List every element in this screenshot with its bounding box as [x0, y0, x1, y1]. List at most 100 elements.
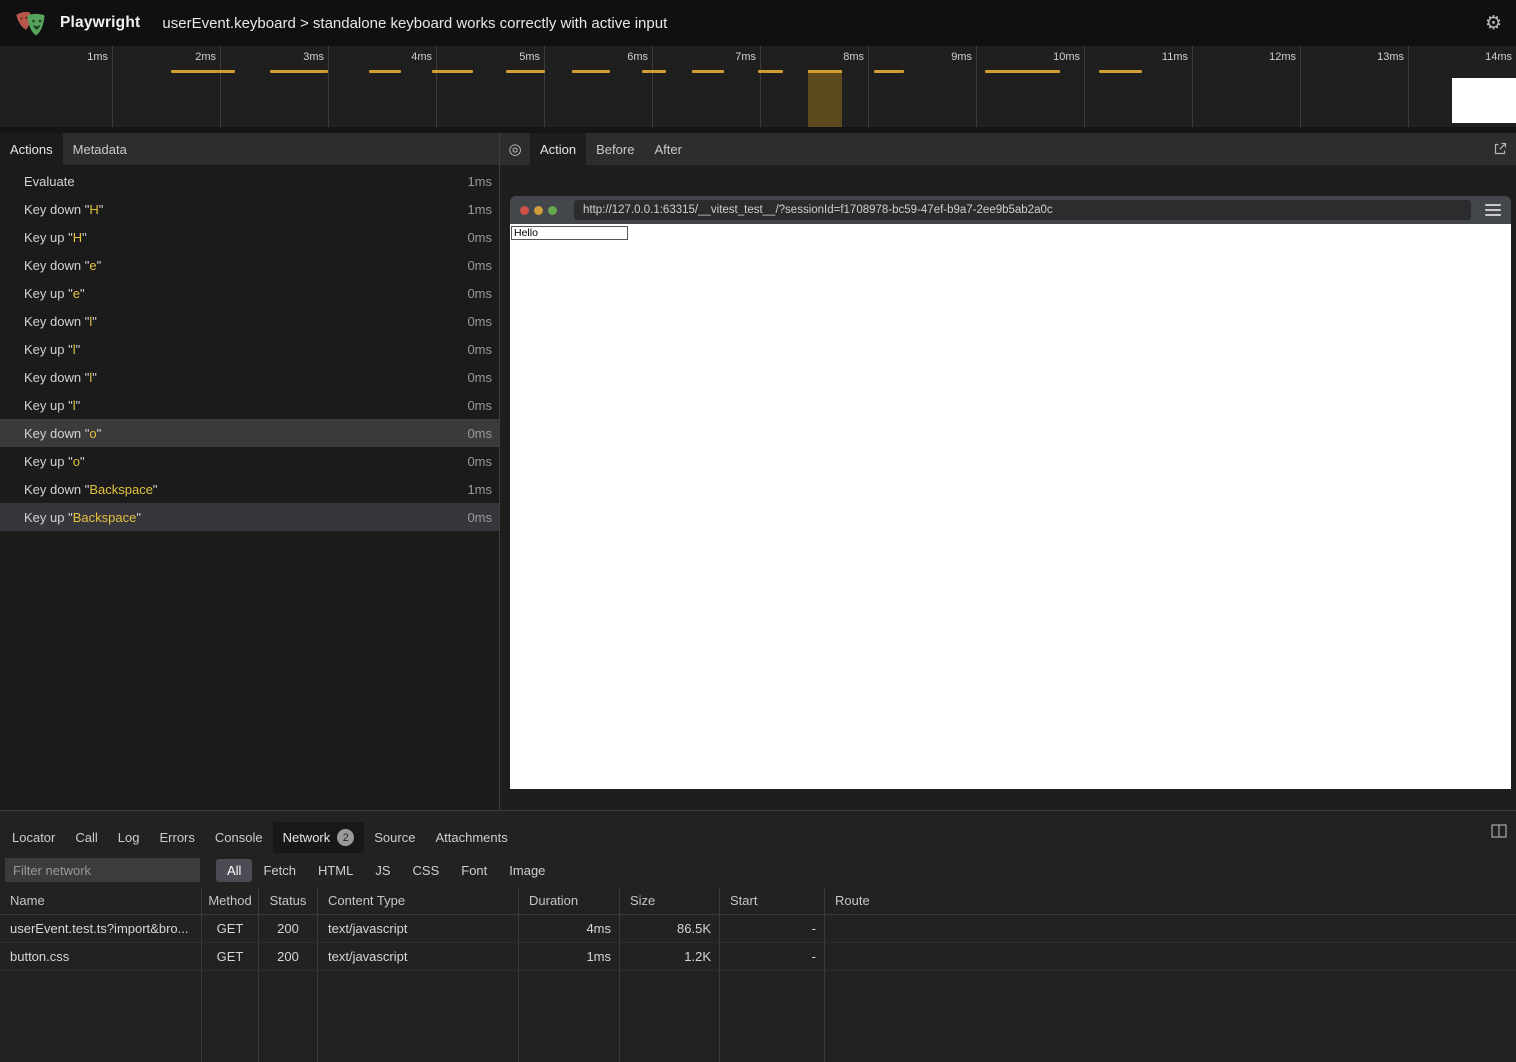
network-filter-input[interactable] — [5, 858, 200, 882]
action-title: Evaluate — [24, 174, 75, 189]
timeline-tick-label: 6ms — [588, 51, 648, 64]
net-cell-method[interactable]: GET — [202, 943, 259, 971]
net-cell-status[interactable]: 200 — [259, 943, 318, 971]
net-cell-duration[interactable]: 4ms — [519, 915, 620, 943]
filter-chip-image[interactable]: Image — [498, 859, 556, 882]
column-header-content-type[interactable]: Content Type — [318, 887, 519, 915]
action-row[interactable]: Key up "o"0ms — [0, 447, 499, 475]
browser-chrome: http://127.0.0.1:63315/__vitest_test__/?… — [510, 196, 1511, 224]
split-view-icon[interactable] — [1491, 824, 1507, 841]
timeline-tick-label: 10ms — [1020, 51, 1080, 64]
timeline-tick-label: 8ms — [804, 51, 864, 64]
tab-metadata[interactable]: Metadata — [63, 133, 137, 165]
tab-actions[interactable]: Actions — [0, 133, 63, 165]
action-title: Key down "H" — [24, 202, 103, 217]
tab-count-badge: 2 — [337, 829, 354, 846]
column-header-name[interactable]: Name — [0, 887, 202, 915]
column-header-route[interactable]: Route — [825, 887, 1516, 915]
timeline-tick-label: 11ms — [1128, 51, 1188, 64]
filter-chip-js[interactable]: JS — [364, 859, 401, 882]
timeline-action-bar — [432, 70, 473, 73]
filter-chip-font[interactable]: Font — [450, 859, 498, 882]
timeline-tick-label: 14ms — [1452, 51, 1512, 64]
filter-chip-css[interactable]: CSS — [402, 859, 451, 882]
tab-after[interactable]: After — [644, 133, 691, 165]
settings-gear-icon[interactable]: ⚙ — [1485, 14, 1502, 33]
action-row[interactable]: Key up "l"0ms — [0, 391, 499, 419]
column-header-size[interactable]: Size — [620, 887, 720, 915]
net-cell-method[interactable]: GET — [202, 915, 259, 943]
tab-action[interactable]: Action — [530, 133, 586, 165]
timeline-action-bar — [270, 70, 328, 73]
action-row[interactable]: Key up "Backspace"0ms — [0, 503, 499, 531]
table-filler — [720, 971, 825, 1062]
column-header-method[interactable]: Method — [202, 887, 259, 915]
tab-call[interactable]: Call — [65, 822, 107, 853]
column-header-status[interactable]: Status — [259, 887, 318, 915]
action-row[interactable]: Key down "e"0ms — [0, 251, 499, 279]
table-filler — [0, 971, 202, 1062]
action-row[interactable]: Evaluate 1ms — [0, 167, 499, 195]
timeline-tick-label: 13ms — [1344, 51, 1404, 64]
net-cell-size[interactable]: 86.5K — [620, 915, 720, 943]
net-cell-duration[interactable]: 1ms — [519, 943, 620, 971]
net-cell-name[interactable]: button.css — [0, 943, 202, 971]
net-cell-content-type[interactable]: text/javascript — [318, 943, 519, 971]
snapshot-area: http://127.0.0.1:63315/__vitest_test__/?… — [500, 165, 1516, 810]
net-cell-content-type[interactable]: text/javascript — [318, 915, 519, 943]
tab-locator[interactable]: Locator — [2, 822, 65, 853]
net-cell-route[interactable] — [825, 943, 1516, 971]
action-row[interactable]: Key down "Backspace"1ms — [0, 475, 499, 503]
action-duration: 0ms — [467, 510, 492, 525]
action-row[interactable]: Key up "H"0ms — [0, 223, 499, 251]
network-table: NameMethodStatusContent TypeDurationSize… — [0, 887, 1516, 1062]
column-header-start[interactable]: Start — [720, 887, 825, 915]
page-snapshot — [510, 224, 1511, 789]
page-url: http://127.0.0.1:63315/__vitest_test__/?… — [583, 204, 1053, 216]
net-cell-start[interactable]: - — [720, 915, 825, 943]
filter-chip-html[interactable]: HTML — [307, 859, 364, 882]
action-key: l — [89, 370, 92, 385]
action-row[interactable]: Key down "H"1ms — [0, 195, 499, 223]
timeline-action-bar — [758, 70, 783, 73]
action-key: e — [73, 286, 80, 301]
action-row[interactable]: Key up "l"0ms — [0, 335, 499, 363]
details-tabbar: LocatorCallLogErrorsConsoleNetwork2Sourc… — [0, 811, 1516, 853]
filter-chip-fetch[interactable]: Fetch — [252, 859, 307, 882]
table-filler — [519, 971, 620, 1062]
table-filler — [825, 971, 1516, 1062]
filmstrip-frame[interactable] — [1452, 78, 1516, 123]
net-cell-start[interactable]: - — [720, 943, 825, 971]
net-cell-status[interactable]: 200 — [259, 915, 318, 943]
action-row[interactable]: Key down "l"0ms — [0, 363, 499, 391]
table-filler — [259, 971, 318, 1062]
tab-before[interactable]: Before — [586, 133, 644, 165]
tab-log[interactable]: Log — [108, 822, 150, 853]
tab-console[interactable]: Console — [205, 822, 273, 853]
action-row[interactable]: Key down "l"0ms — [0, 307, 499, 335]
pick-locator-icon[interactable]: ◎ — [500, 133, 530, 165]
column-header-duration[interactable]: Duration — [519, 887, 620, 915]
test-title: userEvent.keyboard > standalone keyboard… — [162, 15, 667, 32]
net-cell-size[interactable]: 1.2K — [620, 943, 720, 971]
actions-tabbar: ActionsMetadata — [0, 133, 499, 165]
browser-menu-icon[interactable] — [1485, 204, 1501, 216]
tab-network[interactable]: Network2 — [273, 822, 365, 853]
action-row[interactable]: Key up "e"0ms — [0, 279, 499, 307]
page-text-input[interactable] — [511, 226, 628, 240]
action-duration: 1ms — [467, 174, 492, 189]
tab-source[interactable]: Source — [364, 822, 425, 853]
snapshot-panel: ◎ ActionBeforeAfter http://127.0.0 — [500, 133, 1516, 810]
action-row[interactable]: Key down "o"0ms — [0, 419, 499, 447]
timeline-gridline — [544, 46, 545, 127]
tab-errors[interactable]: Errors — [149, 822, 204, 853]
filter-chip-all[interactable]: All — [216, 859, 252, 882]
net-cell-name[interactable]: userEvent.test.ts?import&bro... — [0, 915, 202, 943]
timeline[interactable]: 1ms2ms3ms4ms5ms6ms7ms8ms9ms10ms11ms12ms1… — [0, 46, 1516, 133]
timeline-selected-range — [808, 70, 842, 127]
net-cell-route[interactable] — [825, 915, 1516, 943]
timeline-gridline — [328, 46, 329, 127]
open-external-icon[interactable] — [1493, 142, 1507, 159]
tab-attachments[interactable]: Attachments — [425, 822, 517, 853]
main-split: ActionsMetadata Evaluate 1ms Key down "H"1… — [0, 133, 1516, 810]
